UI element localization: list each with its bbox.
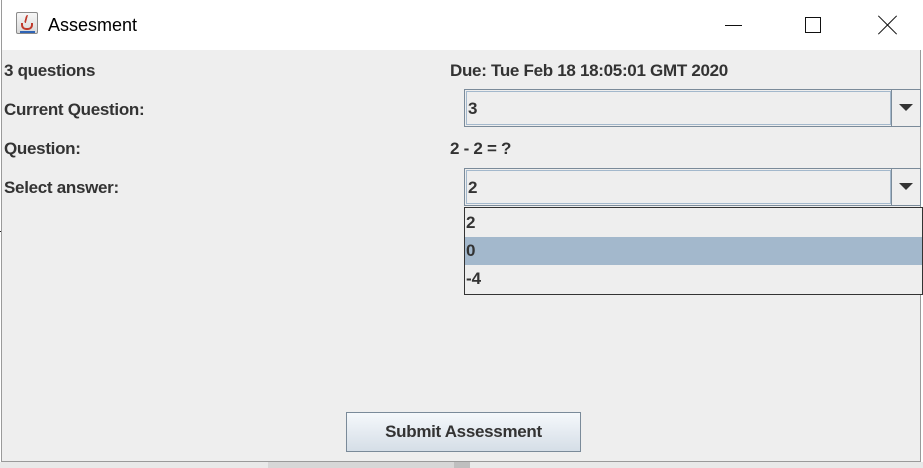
answer-option[interactable]: -4 [465, 265, 922, 293]
close-icon [878, 15, 898, 35]
combobox-field [466, 170, 891, 204]
answer-combobox[interactable]: 2 [464, 168, 921, 206]
current-question-dropdown-button[interactable] [891, 90, 920, 126]
answer-dropdown-button[interactable] [891, 169, 920, 205]
selected-answer-value: 2 [468, 178, 478, 197]
maximize-button[interactable] [780, 0, 844, 50]
question-label: Question: [4, 139, 81, 158]
window-title: Assesment [48, 15, 138, 35]
minimize-icon [725, 25, 742, 26]
java-cup-icon[interactable] [16, 12, 38, 34]
question-text: 2 - 2 = ? [450, 139, 512, 158]
assessment-window: Assesment 3 questions Due: Tue Feb 18 18… [1, 0, 923, 462]
title-bar[interactable]: Assesment [2, 0, 922, 50]
minimize-button[interactable] [700, 0, 764, 50]
maximize-icon [805, 17, 821, 33]
answer-option[interactable]: 2 [465, 209, 922, 237]
current-question-value: 3 [468, 99, 478, 118]
chevron-down-icon [899, 104, 913, 111]
chevron-down-icon [899, 183, 913, 190]
combobox-field [466, 91, 891, 125]
background-window-edge [268, 462, 454, 468]
answer-dropdown-list[interactable]: 2 0 -4 [464, 207, 923, 295]
due-date-label: Due: Tue Feb 18 18:05:01 GMT 2020 [450, 61, 728, 80]
current-question-combobox[interactable]: 3 [464, 89, 921, 127]
submit-assessment-button[interactable]: Submit Assessment [346, 412, 581, 452]
close-button[interactable] [854, 0, 918, 50]
answer-option-highlighted[interactable]: 0 [465, 237, 922, 265]
question-count-label: 3 questions [4, 61, 96, 80]
current-question-label: Current Question: [4, 100, 145, 119]
select-answer-label: Select answer: [4, 178, 119, 197]
